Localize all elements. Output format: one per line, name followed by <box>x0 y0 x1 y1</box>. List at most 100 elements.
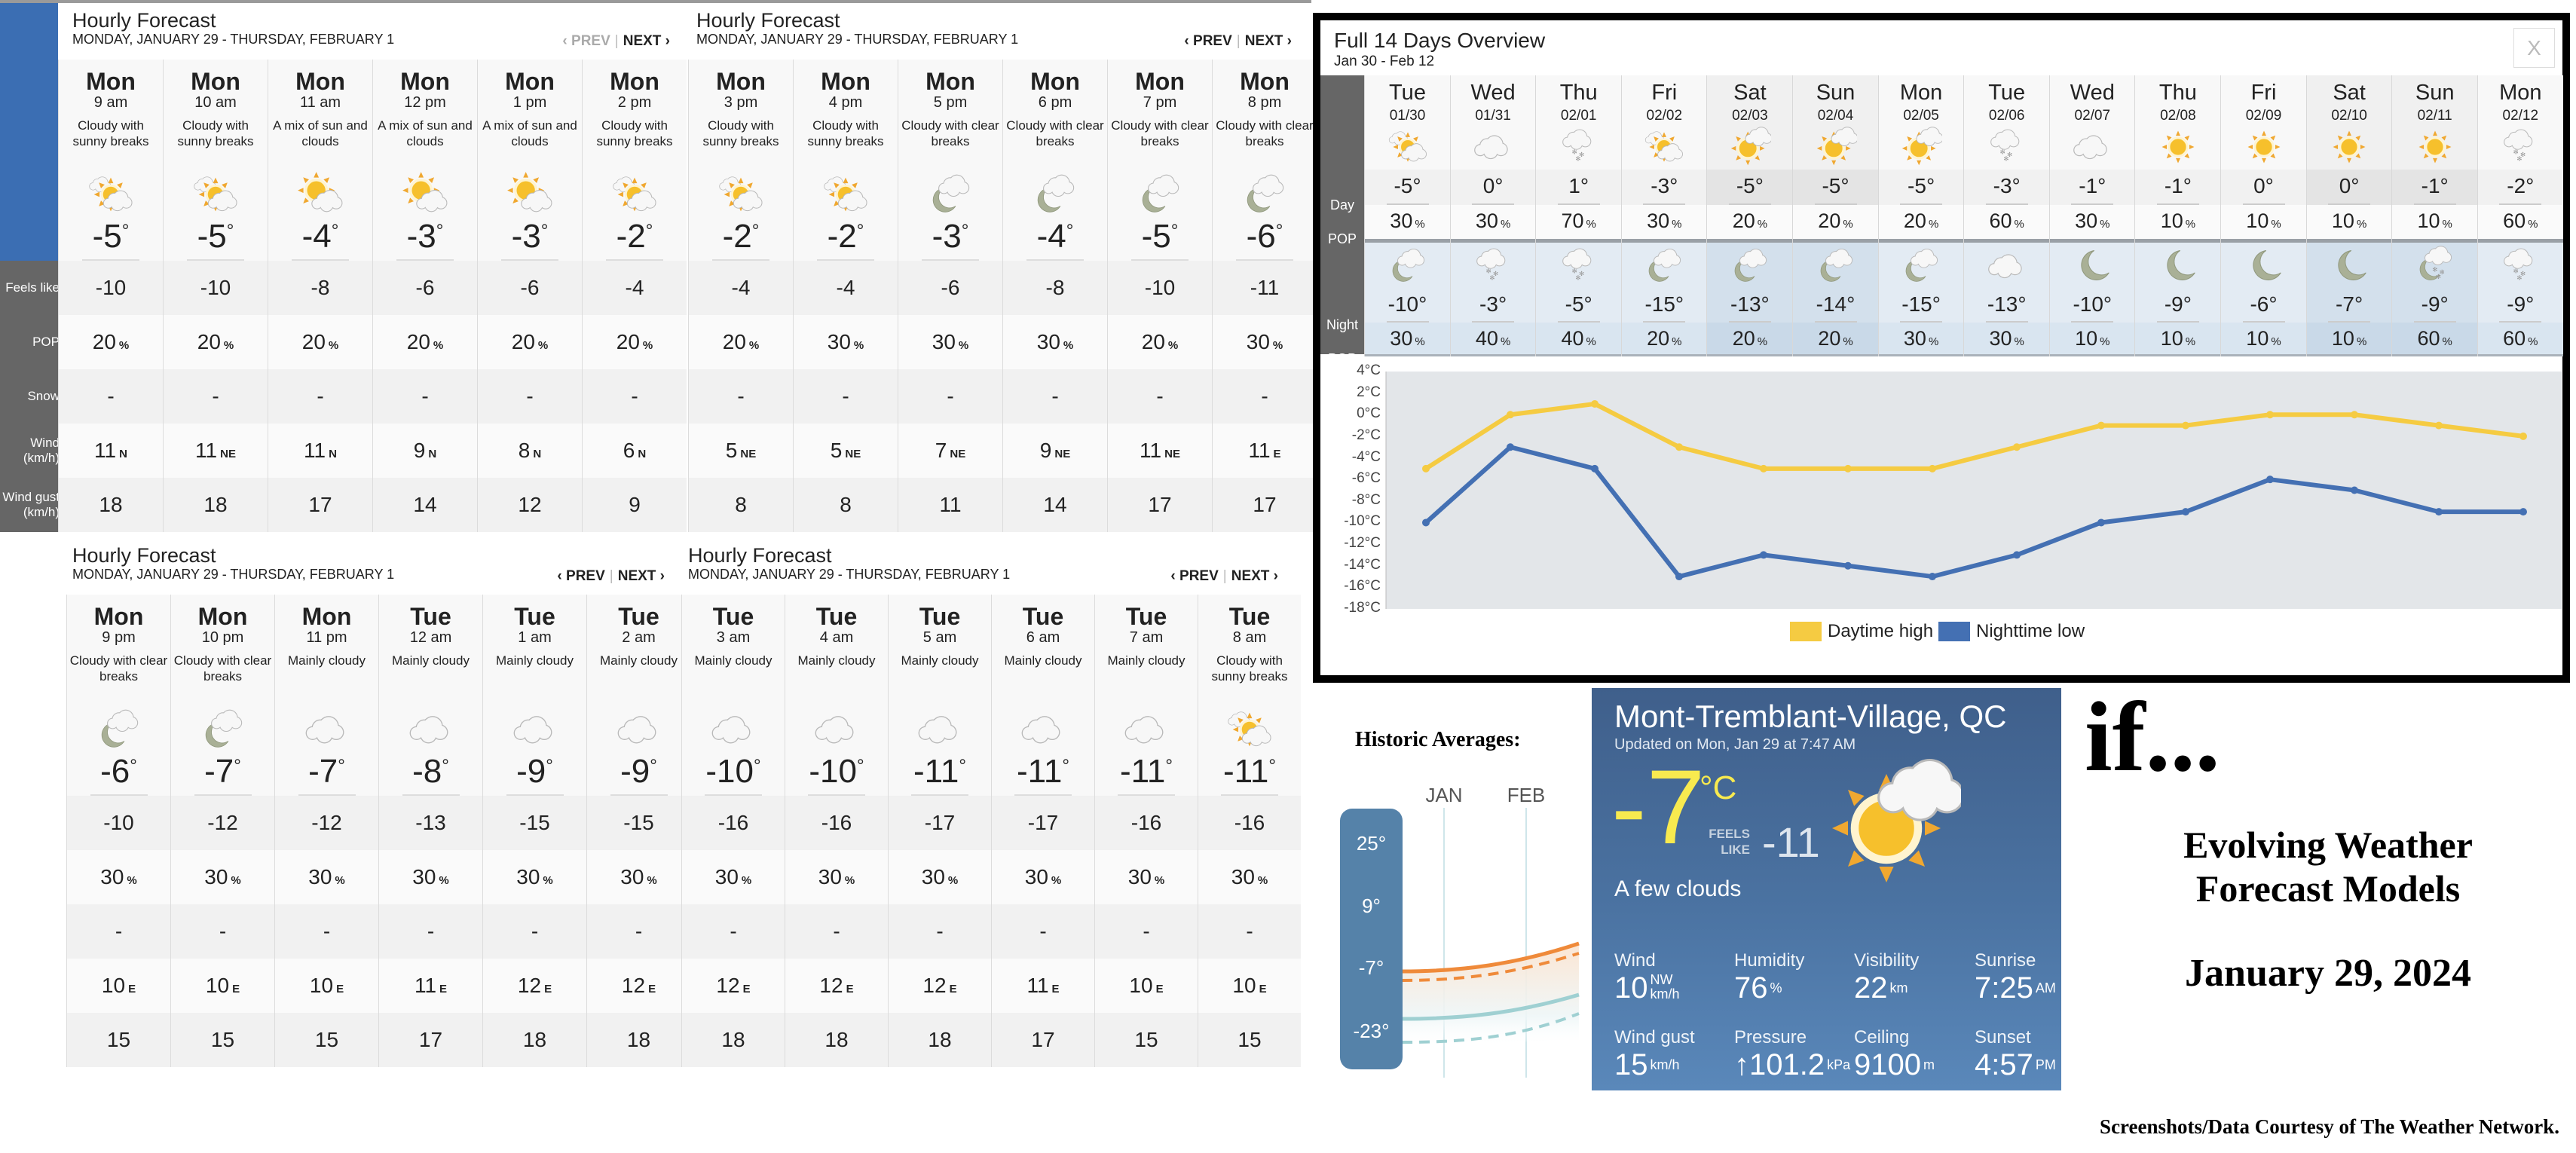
y-tick-label: -8°C <box>1351 491 1381 508</box>
temperature-value: -7 <box>204 753 234 790</box>
night-pop: 20% <box>1622 327 1707 350</box>
data-point[interactable] <box>1760 464 1767 473</box>
pop-value: 30% <box>275 850 378 904</box>
data-point[interactable] <box>2013 551 2021 559</box>
data-point[interactable] <box>1929 573 1936 581</box>
bottom-border <box>2392 354 2478 356</box>
feels-like-value-number: -16 <box>1234 811 1265 834</box>
next-button[interactable]: NEXT › <box>1245 33 1292 49</box>
next-button[interactable]: NEXT › <box>618 568 665 584</box>
pop-value: 30% <box>992 850 1094 904</box>
data-point[interactable] <box>1507 411 1514 419</box>
percent-unit: % <box>2356 218 2367 231</box>
prev-button[interactable]: ‹ PREV <box>557 568 604 584</box>
prev-button[interactable]: ‹ PREV <box>1184 33 1231 49</box>
data-point[interactable] <box>2351 486 2358 494</box>
data-point[interactable] <box>1591 399 1599 408</box>
feels-like-value: -10 <box>164 261 268 315</box>
snow-value-number: - <box>1143 919 1150 943</box>
wind-gust-value: 15 <box>1095 1013 1198 1067</box>
data-point[interactable] <box>2266 411 2274 419</box>
hour-column: Mon 10 pm Cloudy with clear breaks -7° -12 30… <box>170 595 274 1067</box>
data-point[interactable] <box>1929 464 1936 473</box>
temperature-value: -11 <box>913 753 959 790</box>
pop-number: 10 <box>2331 209 2354 232</box>
wind-gust-value-number: 14 <box>1043 493 1067 516</box>
feels-like-value-number: -4 <box>625 276 644 299</box>
feels-like-value-number: -17 <box>924 811 956 834</box>
hour-column: Tue 7 am Mainly cloudy -11° -16 30% - 10 E 15 <box>1094 595 1198 1067</box>
stat-unit: PM <box>2035 1057 2056 1072</box>
data-point[interactable] <box>2182 421 2189 430</box>
data-point[interactable] <box>2351 411 2358 419</box>
wind-unit: km/h <box>1650 986 1680 1002</box>
data-point[interactable] <box>1591 464 1599 473</box>
data-point[interactable] <box>2013 443 2021 451</box>
wind-value-number: 12 <box>517 974 542 997</box>
day-of-week: Thu <box>2158 81 2197 105</box>
data-point[interactable] <box>1507 443 1514 451</box>
data-point[interactable] <box>1675 573 1683 581</box>
temperature: -9° <box>587 753 690 791</box>
percent-unit: % <box>1586 218 1596 231</box>
wind-gust-value: 9 <box>583 478 687 532</box>
day-of-week: Sat <box>2333 81 2366 105</box>
next-button[interactable]: NEXT › <box>1231 568 1278 584</box>
pager-separator: | <box>609 568 613 584</box>
pop-number: 10 <box>2417 209 2440 232</box>
percent-unit: % <box>1928 335 1939 348</box>
data-point[interactable] <box>2097 518 2105 527</box>
data-point[interactable] <box>2435 421 2443 430</box>
wind-gust-value: 14 <box>1003 478 1107 532</box>
condition-text: A mix of sun and clouds <box>378 118 473 148</box>
temperature-value: -10 <box>809 753 857 790</box>
wind-value: 12 E <box>785 959 888 1013</box>
sun-icon <box>2328 126 2370 168</box>
bottom-border <box>2477 354 2563 356</box>
prev-button[interactable]: ‹ PREV <box>1170 568 1218 584</box>
wind-direction: E <box>232 983 240 995</box>
data-point[interactable] <box>1844 561 1852 570</box>
data-point[interactable] <box>2519 432 2527 440</box>
feels-like-value: -13 <box>379 796 482 850</box>
data-point[interactable] <box>1422 464 1430 473</box>
night-temperature: -13° <box>1730 292 1770 316</box>
wind-gust-value-number: 18 <box>626 1028 651 1051</box>
percent-unit: % <box>1500 218 1511 231</box>
next-button[interactable]: NEXT › <box>623 33 670 49</box>
scale-label: -7° <box>1358 956 1384 979</box>
night-pop: 30% <box>1879 327 1964 350</box>
close-button[interactable]: X <box>2513 28 2555 68</box>
data-point[interactable] <box>1760 551 1767 559</box>
stat-label: Ceiling <box>1854 1027 1910 1047</box>
wind-value-number: 11 <box>1140 439 1162 462</box>
data-point[interactable] <box>2097 421 2105 430</box>
wind-value-number: 12 <box>922 974 947 997</box>
day-temperature: -3° <box>1993 174 2021 197</box>
condition-text: Mainly cloudy <box>600 653 678 668</box>
hour-time: 12 pm <box>404 94 446 111</box>
date: 02/01 <box>1560 108 1597 124</box>
data-point[interactable] <box>2266 476 2274 484</box>
feels-like-value-number: -10 <box>1144 276 1176 299</box>
hour-column: Tue 6 am Mainly cloudy -11° -17 30% -11 E 17 <box>991 595 1094 1067</box>
data-point[interactable] <box>2519 508 2527 516</box>
data-point[interactable] <box>1844 464 1852 473</box>
divider <box>2242 203 2285 205</box>
wind-value: 11 N <box>59 424 163 478</box>
date: 02/06 <box>1988 108 2025 124</box>
wind-value-number: 12 <box>819 974 843 997</box>
wind-gust-value: 15 <box>1198 1013 1301 1067</box>
caption-headline-1: Evolving Weather <box>2183 824 2473 866</box>
prev-button[interactable]: ‹ PREV <box>562 33 610 49</box>
percent-unit: % <box>439 874 449 887</box>
data-point[interactable] <box>1675 443 1683 451</box>
bottom-border <box>2135 354 2221 356</box>
data-point[interactable] <box>2435 508 2443 516</box>
day-pop: 30% <box>1365 209 1450 233</box>
feels-like-value-number: -15 <box>623 811 654 834</box>
day-of-week: Thu <box>1559 81 1598 105</box>
mix-sun-cloud-icon <box>401 170 449 219</box>
data-point[interactable] <box>2182 508 2189 516</box>
data-point[interactable] <box>1422 518 1430 527</box>
